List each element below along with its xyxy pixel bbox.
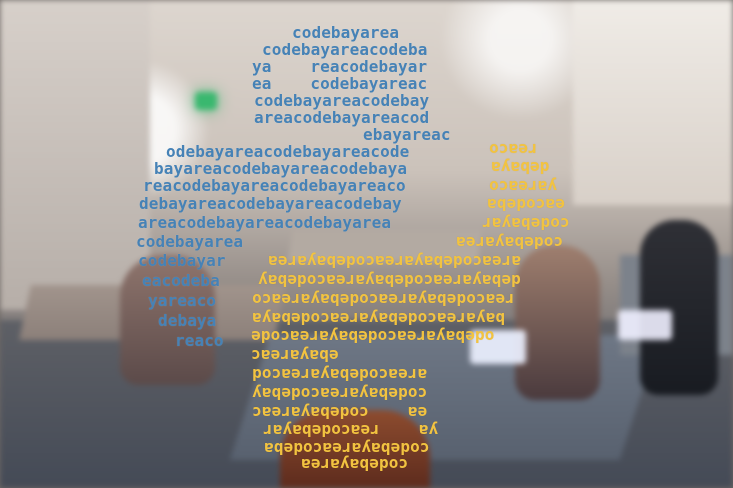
blurred-background-scene <box>0 0 733 488</box>
back-table <box>287 230 483 262</box>
exit-sign-glow <box>195 92 217 110</box>
right-window-light <box>573 0 733 205</box>
laptop-screen-right <box>618 310 672 340</box>
laptop-screen-left <box>470 330 526 364</box>
person-middle-figure <box>515 245 600 400</box>
person-right-figure <box>640 220 718 395</box>
person-bottom-figure <box>280 410 430 488</box>
person-left-figure <box>120 255 215 385</box>
left-wall <box>0 0 150 310</box>
